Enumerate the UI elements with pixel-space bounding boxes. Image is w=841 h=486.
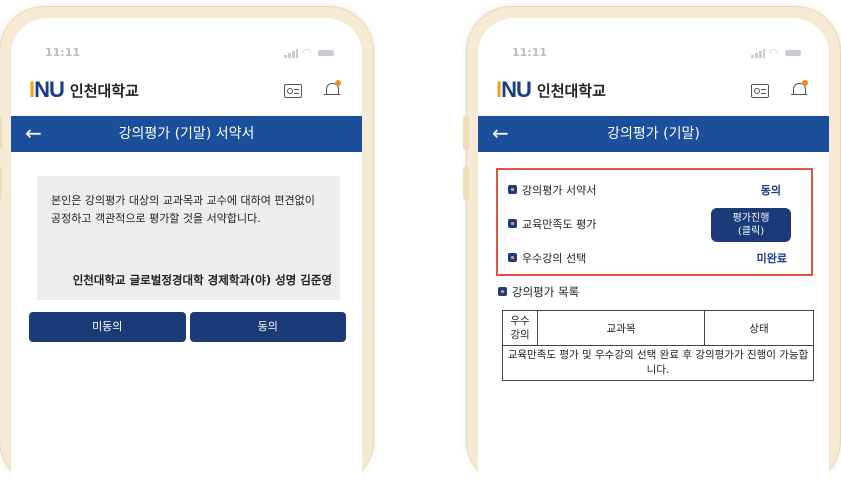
side-button <box>0 116 2 150</box>
bullet-icon <box>508 185 517 194</box>
phone-right: 11:11 ◠ INU 인천대학교 ← 강의평가 (기말) 강의평가 서약서 동… <box>463 6 841 486</box>
step-row: 우수강의 선택 미완료 <box>498 244 811 272</box>
page-title: 강의평가 (기말) <box>607 126 700 142</box>
column-header: 교과목 <box>537 310 705 346</box>
back-arrow-icon[interactable]: ← <box>492 116 509 150</box>
title-bar: ← 강의평가 (기말) 서약서 <box>11 116 362 152</box>
signal-icon <box>284 48 298 58</box>
page-title: 강의평가 (기말) 서약서 <box>118 126 255 142</box>
side-button <box>0 166 2 200</box>
logo-mark: INU <box>496 77 532 102</box>
title-bar: ← 강의평가 (기말) <box>478 116 829 152</box>
wifi-icon: ◠ <box>769 46 779 59</box>
wifi-icon: ◠ <box>302 46 312 59</box>
battery-icon <box>318 50 334 56</box>
side-button <box>463 116 469 150</box>
pledge-box: 본인은 강의평가 대상의 교과목과 교수에 대하여 편견없이 공정하고 객관적으… <box>37 176 340 300</box>
list-title: 강의평가 목록 <box>512 285 580 299</box>
university-logo[interactable]: INU 인천대학교 <box>29 76 139 104</box>
pledge-text: 본인은 강의평가 대상의 교과목과 교수에 대하여 편견없이 공정하고 객관적으… <box>51 194 315 225</box>
status-bar: 11:11 ◠ <box>478 18 829 59</box>
app-header: INU 인천대학교 <box>478 76 829 106</box>
bullet-icon <box>508 219 517 228</box>
id-card-icon[interactable] <box>751 84 769 98</box>
list-heading: 강의평가 목록 <box>496 284 579 300</box>
bell-icon[interactable] <box>324 80 341 98</box>
step-row: 교육만족도 평가 평가진행 (클릭) <box>498 208 811 242</box>
consent-buttons: 미동의 동의 <box>29 312 346 342</box>
agree-button[interactable]: 동의 <box>189 312 346 342</box>
status-icons: ◠ <box>284 46 336 59</box>
step-row: 강의평가 서약서 동의 <box>498 176 811 204</box>
status-bar: 11:11 ◠ <box>11 18 362 59</box>
evaluation-table: 우수 강의 교과목 상태 교육만족도 평가 및 우수강의 선택 완료 후 강의평… <box>502 310 814 381</box>
start-evaluation-button[interactable]: 평가진행 (클릭) <box>711 208 791 242</box>
step-status: 동의 <box>760 184 781 197</box>
table-message: 교육만족도 평가 및 우수강의 선택 완료 후 강의평가가 진행이 가능합니다. <box>502 345 814 381</box>
bell-icon[interactable] <box>791 80 808 98</box>
logo-mark: INU <box>29 77 65 102</box>
side-button <box>463 166 469 200</box>
status-time: 11:11 <box>45 46 81 59</box>
step-label: 우수강의 선택 <box>522 252 587 265</box>
university-logo[interactable]: INU 인천대학교 <box>496 76 606 104</box>
column-header: 상태 <box>704 310 814 346</box>
status-icons: ◠ <box>751 46 803 59</box>
logo-name: 인천대학교 <box>69 81 139 100</box>
phone-left: 11:11 ◠ INU 인천대학교 ← 강의평가 (기말) 서약서 본인은 강의… <box>0 6 374 486</box>
disagree-button[interactable]: 미동의 <box>29 312 186 342</box>
bullet-icon <box>508 253 517 262</box>
column-header: 우수 강의 <box>502 310 538 346</box>
signal-icon <box>751 48 765 58</box>
back-arrow-icon[interactable]: ← <box>25 116 42 150</box>
step-status: 미완료 <box>756 252 787 265</box>
bullet-icon <box>498 287 507 296</box>
battery-icon <box>785 50 801 56</box>
signature-line: 인천대학교 글로벌정경대학 경제학과(야) 성명 김준영 <box>72 273 332 287</box>
logo-name: 인천대학교 <box>536 81 606 100</box>
screen: 11:11 ◠ INU 인천대학교 ← 강의평가 ( <box>11 18 362 486</box>
status-time: 11:11 <box>512 46 548 59</box>
id-card-icon[interactable] <box>284 84 302 98</box>
step-label: 강의평가 서약서 <box>522 184 597 197</box>
app-header: INU 인천대학교 <box>11 76 362 106</box>
screen: 11:11 ◠ INU 인천대학교 ← 강의평가 ( <box>478 18 829 486</box>
evaluation-steps: 강의평가 서약서 동의 교육만족도 평가 평가진행 (클릭) 우수강의 선택 미… <box>496 168 813 276</box>
step-label: 교육만족도 평가 <box>522 218 597 231</box>
